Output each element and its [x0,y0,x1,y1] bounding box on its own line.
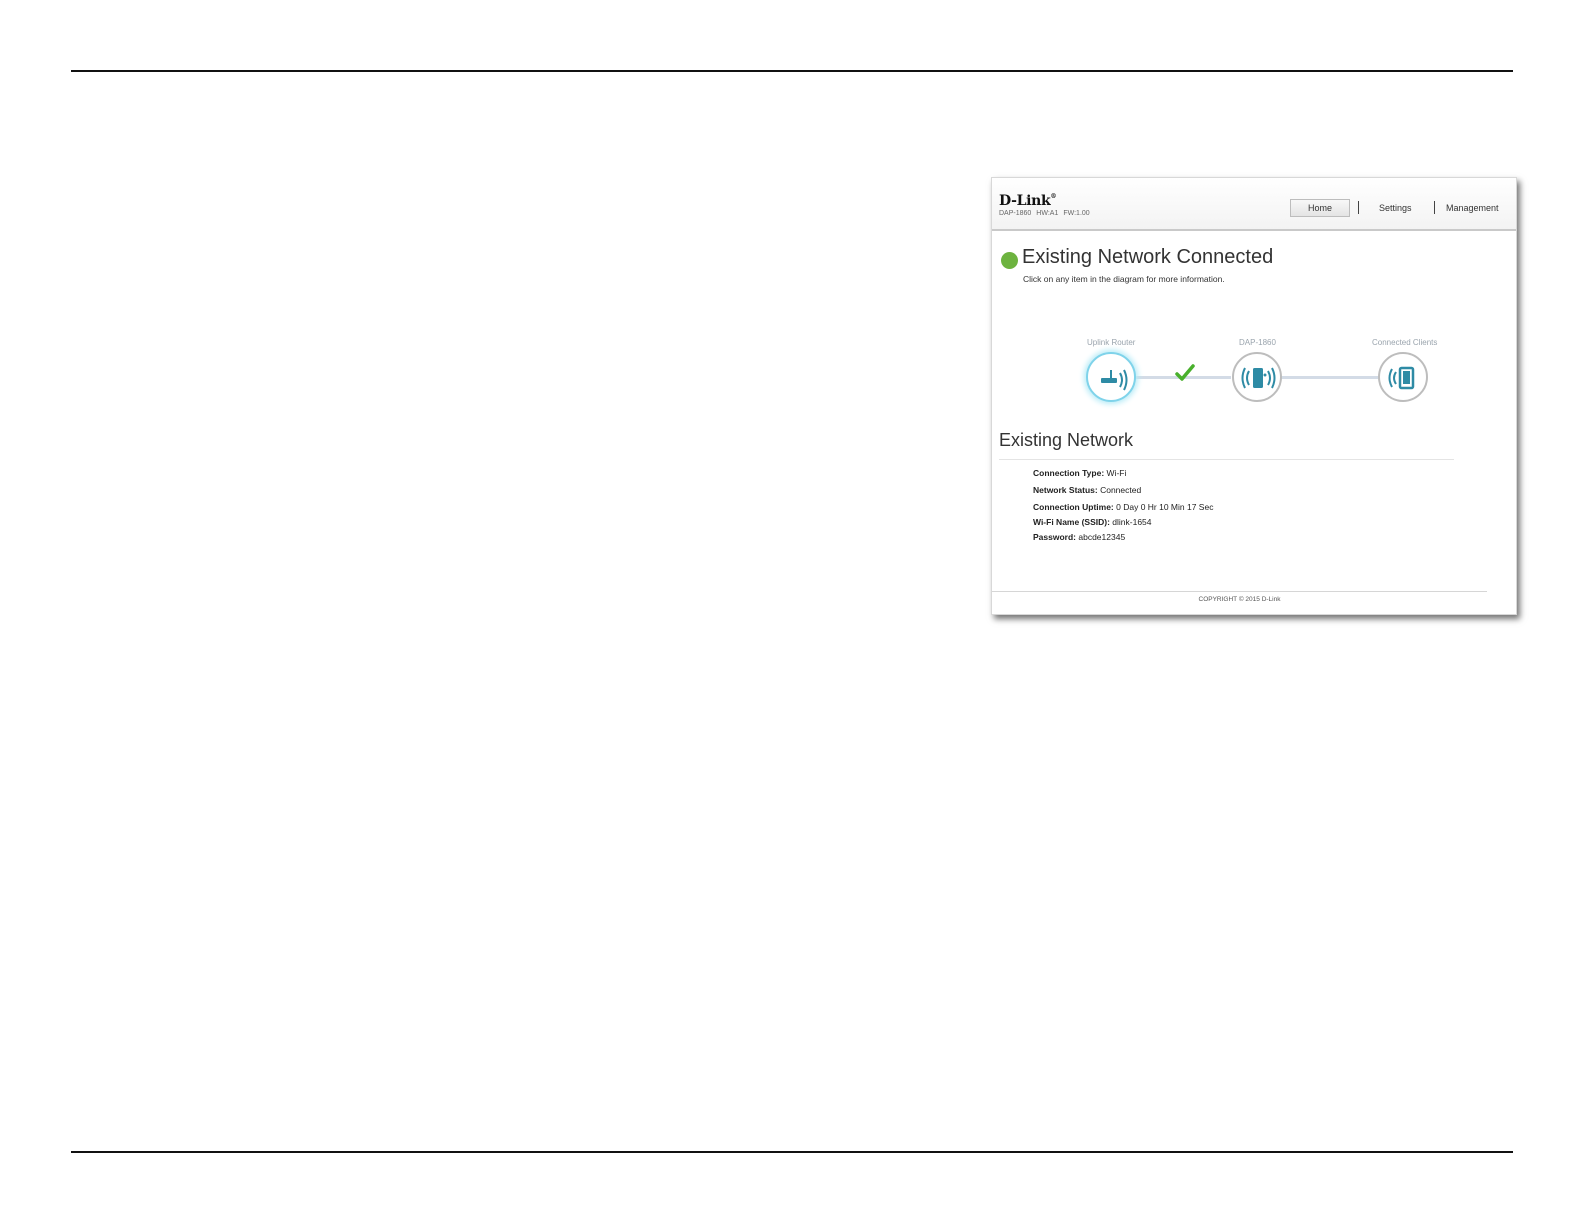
extender-icon [1241,367,1276,389]
status-title: Existing Network Connected [1022,246,1274,268]
nav-settings-link[interactable]: Settings [1379,203,1412,213]
uplink-router-node[interactable] [1086,352,1136,402]
info-row-connection-type: Connection Type: Wi-Fi [1033,468,1127,478]
fw-version: FW:1.00 [1063,210,1090,217]
nav-separator [1358,201,1359,214]
connected-check-icon [1175,364,1195,381]
status-indicator [1001,252,1018,269]
router-ui-screenshot: D-Link® DAP-1860 HW:A1 FW:1.00 Home Settin… [991,177,1517,615]
info-row-network-status: Network Status: Connected [1033,485,1142,495]
router-icon [1101,369,1128,391]
nav-management-link[interactable]: Management [1446,203,1499,213]
status-subtitle: Click on any item in the diagram for mor… [1023,274,1225,284]
connected-clients-node[interactable] [1378,352,1428,402]
copyright-text: COPYRIGHT © 2015 D-Link [1198,596,1281,603]
tablet-icon [1388,366,1415,390]
info-row-uptime: Connection Uptime: 0 Day 0 Hr 10 Min 17 … [1033,502,1214,512]
info-row-ssid: Wi-Fi Name (SSID): dlink-1654 [1033,517,1152,527]
diagram-link-clients [1277,376,1382,379]
device-label: DAP-1860 [1239,338,1276,347]
connected-clients-label: Connected Clients [1372,338,1438,347]
existing-network-title: Existing Network [999,430,1134,450]
footer-divider [992,591,1487,592]
section-divider [999,459,1454,460]
info-row-password: Password: abcde12345 [1033,532,1126,542]
network-info: Connection Type: Wi-Fi Network Status: C… [1033,468,1213,542]
page-bottom-rule [71,1151,1513,1153]
hw-version: HW:A1 [1036,210,1059,217]
page-top-rule [71,70,1513,72]
nav-separator [1434,201,1435,214]
dlink-logo: D-Link® [999,193,1057,209]
dap-1860-node[interactable] [1232,352,1282,402]
model-name: DAP-1860 [999,210,1032,217]
nav-home-button[interactable]: Home [1290,199,1350,217]
device-info: DAP-1860 HW:A1 FW:1.00 [999,210,1095,217]
uplink-router-label: Uplink Router [1087,338,1136,347]
header-bar: D-Link® DAP-1860 HW:A1 FW:1.00 Home Settin… [992,178,1516,231]
